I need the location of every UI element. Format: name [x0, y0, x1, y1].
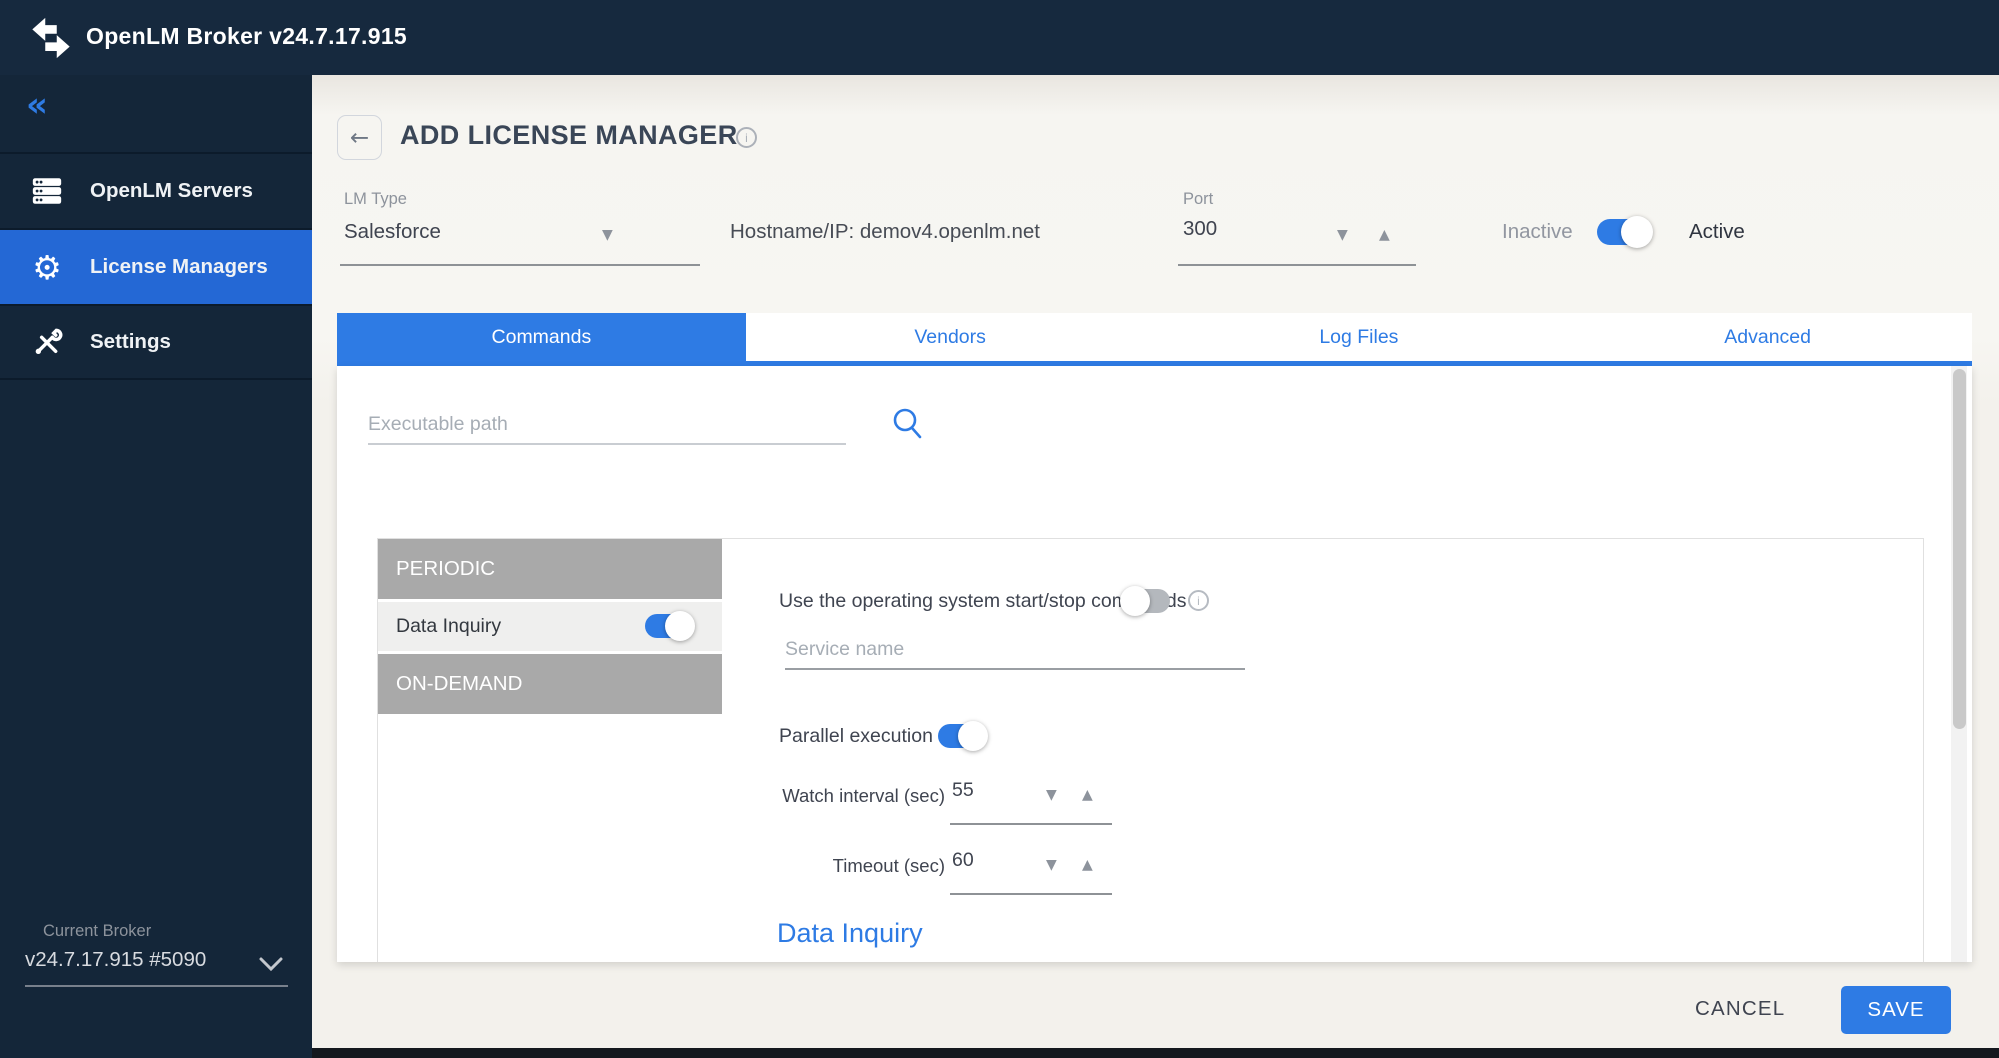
toggle-knob	[665, 611, 695, 641]
status-inactive-label: Inactive	[1502, 220, 1573, 244]
timeout-decrement-icon[interactable]: ▼	[1046, 858, 1057, 872]
status-toggle[interactable]	[1597, 219, 1651, 245]
group-header-periodic[interactable]: PERIODIC	[378, 539, 722, 599]
service-name-input[interactable]	[785, 630, 1245, 670]
top-bar: OpenLM Broker v24.7.17.915	[0, 0, 1999, 75]
parallel-execution-toggle[interactable]	[938, 724, 986, 748]
sidebar: « OpenLM Servers	[0, 75, 312, 1058]
timeout-label: Timeout (sec)	[775, 855, 945, 877]
app-title: OpenLM Broker v24.7.17.915	[86, 23, 407, 50]
lm-type-value: Salesforce	[344, 220, 441, 244]
collapse-sidebar-icon[interactable]: «	[26, 88, 48, 122]
executable-path-input[interactable]	[368, 405, 846, 445]
port-label: Port	[1183, 190, 1213, 209]
scrollbar-thumb[interactable]	[1953, 369, 1966, 729]
sidebar-item-label: License Managers	[90, 255, 268, 279]
tab-log-files[interactable]: Log Files	[1155, 313, 1564, 361]
hostname-text: Hostname/IP: demov4.openlm.net	[730, 220, 1040, 244]
lm-type-field[interactable]: LM Type Salesforce ▼	[340, 185, 702, 267]
tools-icon	[28, 326, 66, 358]
toggle-knob	[958, 721, 988, 751]
page-title: ADD LICENSE MANAGER	[400, 120, 738, 151]
current-broker-value: v24.7.17.915 #5090	[25, 948, 206, 972]
timeout-input[interactable]	[952, 849, 1040, 872]
port-increment-icon[interactable]: ▲	[1379, 228, 1390, 242]
toggle-knob	[1120, 586, 1150, 616]
sidebar-item-settings[interactable]: Settings	[0, 304, 312, 380]
servers-icon	[28, 174, 66, 208]
gear-icon: ⚙	[28, 251, 66, 284]
tab-bar: Commands Vendors Log Files Advanced	[337, 313, 1972, 366]
page-info-icon[interactable]: i	[736, 127, 757, 148]
save-button[interactable]: SAVE	[1841, 986, 1951, 1034]
sidebar-item-label: OpenLM Servers	[90, 179, 253, 203]
data-inquiry-section-heading: Data Inquiry	[777, 918, 923, 949]
search-icon[interactable]	[888, 404, 928, 446]
current-broker-selector[interactable]: v24.7.17.915 #5090	[0, 943, 312, 993]
broker-underline	[25, 985, 288, 987]
tab-vendors[interactable]: Vendors	[746, 313, 1155, 361]
sidebar-item-openlm-servers[interactable]: OpenLM Servers	[0, 152, 312, 228]
chevron-down-icon	[258, 956, 284, 972]
os-commands-toggle[interactable]	[1122, 589, 1170, 613]
os-commands-info-icon[interactable]: i	[1188, 590, 1209, 611]
tab-advanced[interactable]: Advanced	[1563, 313, 1972, 361]
openlm-logo-icon	[28, 15, 74, 61]
sidebar-item-label: Settings	[90, 330, 171, 354]
dropdown-arrow-icon: ▼	[602, 228, 613, 242]
port-field: Port ▼ ▲	[1178, 185, 1416, 267]
watch-interval-input[interactable]	[952, 779, 1040, 802]
watch-interval-label: Watch interval (sec)	[775, 785, 945, 807]
port-decrement-icon[interactable]: ▼	[1337, 228, 1348, 242]
current-broker-label: Current Broker	[43, 922, 151, 941]
sidebar-item-license-managers[interactable]: ⚙ License Managers	[0, 228, 312, 304]
group-header-on-demand[interactable]: ON-DEMAND	[378, 654, 722, 714]
watch-interval-decrement-icon[interactable]: ▼	[1046, 788, 1057, 802]
back-button[interactable]: ←	[337, 115, 382, 160]
tab-commands[interactable]: Commands	[337, 313, 746, 361]
app-window: OpenLM Broker v24.7.17.915 «	[0, 0, 1999, 1058]
cancel-button[interactable]: CANCEL	[1695, 997, 1785, 1021]
data-inquiry-toggle[interactable]	[645, 614, 693, 638]
toggle-knob	[1621, 216, 1653, 248]
port-input[interactable]	[1183, 217, 1303, 241]
timeout-increment-icon[interactable]: ▲	[1082, 858, 1093, 872]
lm-type-label: LM Type	[344, 190, 407, 209]
data-inquiry-label: Data Inquiry	[396, 615, 501, 638]
watch-interval-increment-icon[interactable]: ▲	[1082, 788, 1093, 802]
parallel-execution-label: Parallel execution	[779, 725, 933, 748]
status-active-label: Active	[1689, 220, 1745, 244]
